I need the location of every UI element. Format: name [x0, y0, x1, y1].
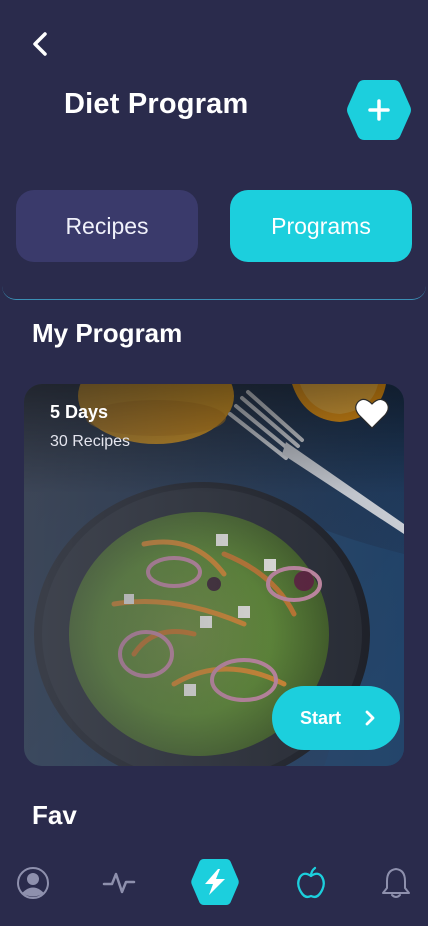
nav-home[interactable]: [190, 858, 240, 911]
heart-icon: [355, 398, 389, 429]
nav-profile[interactable]: [16, 866, 50, 905]
nav-activity[interactable]: [102, 868, 136, 903]
chevron-left-icon: [33, 32, 47, 56]
page-title: Diet Program: [64, 88, 249, 120]
profile-icon: [17, 867, 49, 899]
nav-notifications[interactable]: [380, 866, 412, 905]
section-title-fav: Fav: [32, 800, 77, 830]
back-button[interactable]: [22, 26, 58, 62]
bottom-nav: [0, 846, 428, 926]
program-card[interactable]: 5 Days 30 Recipes Start: [24, 384, 404, 766]
start-label: Start: [300, 707, 342, 728]
activity-icon: [102, 872, 136, 894]
nav-diet[interactable]: [296, 866, 326, 905]
tab-programs-label: Programs: [271, 212, 371, 239]
bell-icon: [382, 868, 410, 898]
start-button[interactable]: Start: [272, 686, 400, 750]
divider: [2, 284, 426, 300]
add-button[interactable]: [346, 78, 412, 142]
program-recipe-count: 30 Recipes: [50, 433, 131, 450]
section-title-my-program: My Program: [32, 318, 183, 348]
favorite-button[interactable]: [354, 396, 390, 432]
tab-programs[interactable]: Programs: [230, 190, 412, 262]
tab-recipes[interactable]: Recipes: [16, 190, 198, 262]
apple-icon: [297, 866, 325, 899]
program-duration: 5 Days: [50, 402, 109, 422]
chevron-right-icon: [365, 710, 375, 726]
tab-recipes-label: Recipes: [65, 212, 149, 239]
